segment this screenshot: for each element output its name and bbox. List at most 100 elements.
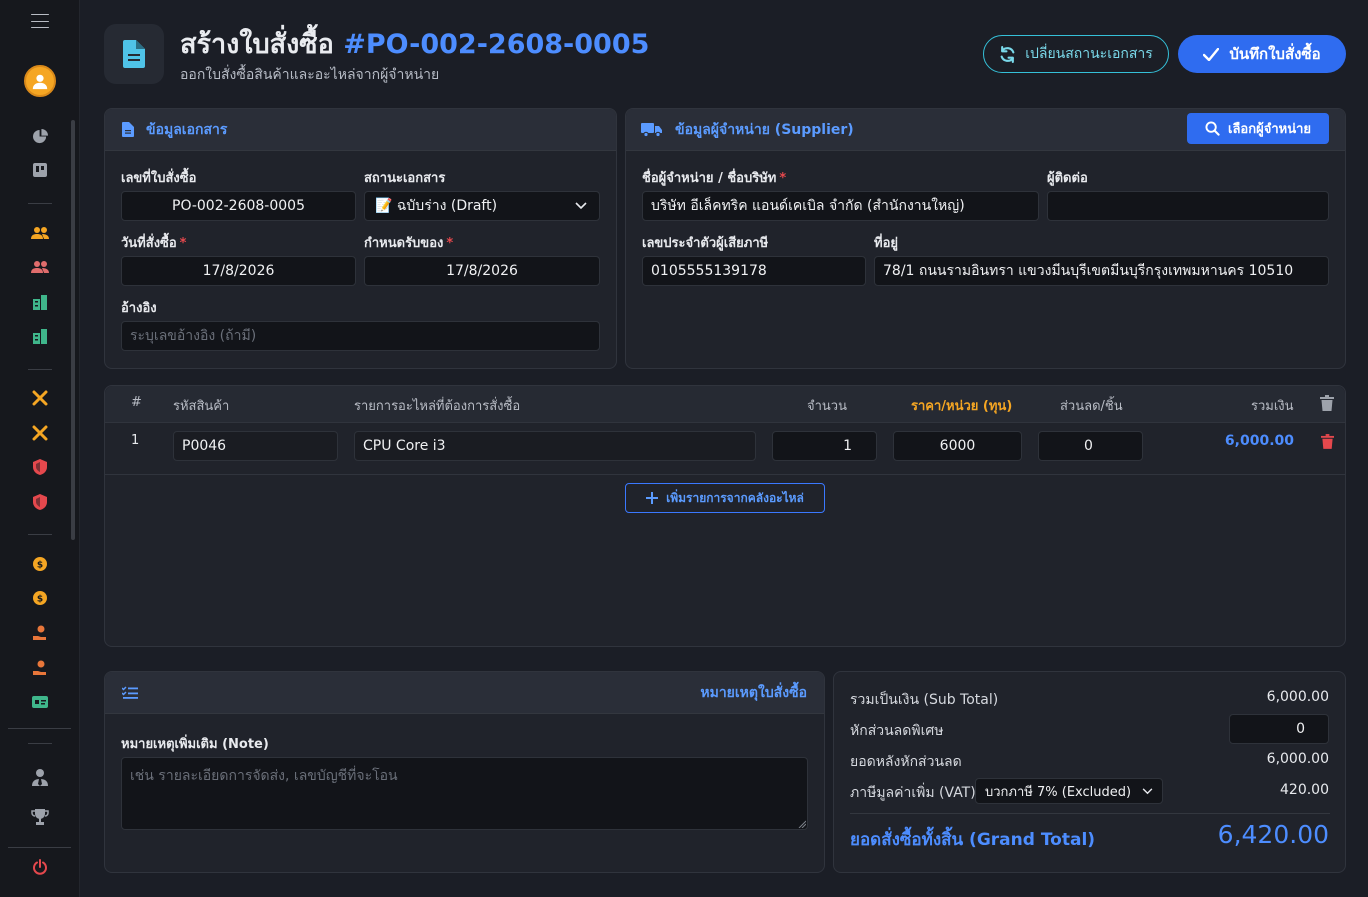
search-icon xyxy=(1205,121,1220,136)
after-discount-value: 6,000.00 xyxy=(1266,751,1329,767)
col-total: รวมเงิน xyxy=(1251,399,1294,414)
status-label: สถานะเอกสาร xyxy=(364,171,446,186)
add-item-label: เพิ่มรายการจากคลังอะไหล่ xyxy=(666,490,804,505)
trophy-icon[interactable] xyxy=(30,807,50,827)
power-icon[interactable] xyxy=(30,857,50,877)
truck-icon xyxy=(641,123,662,137)
status-select[interactable]: 📝 ฉบับร่าง (Draft) xyxy=(364,191,600,221)
shield-icon[interactable] xyxy=(30,492,50,512)
user-avatar[interactable] xyxy=(24,65,56,97)
note-label: หมายเหตุเพิ่มเติม (Note) xyxy=(121,737,269,752)
page-title-text: สร้างใบสั่งซื้อ xyxy=(180,29,334,60)
order-date-field[interactable]: 17/8/2026 xyxy=(121,256,356,286)
sidebar: $ $ xyxy=(0,0,80,897)
required-asterisk: * xyxy=(179,236,187,251)
due-date-label-text: กำหนดรับของ xyxy=(364,236,444,251)
user-tie-icon[interactable] xyxy=(30,767,50,787)
po-number-label: เลขที่ใบสั่งซื้อ xyxy=(121,171,197,186)
col-code: รหัสสินค้า xyxy=(173,399,230,414)
notes-header: หมายเหตุใบสั่งซื้อ xyxy=(105,672,824,714)
document-info-title: ข้อมูลเอกสาร xyxy=(146,121,228,138)
chevron-down-icon xyxy=(575,202,587,210)
tax-id-field[interactable]: 0105555139178 xyxy=(642,256,866,286)
save-po-label: บันทึกใบสั่งซื้อ xyxy=(1229,45,1321,63)
discount-input[interactable]: 0 xyxy=(1038,431,1143,461)
product-description-input[interactable]: CPU Core i3 xyxy=(354,431,756,461)
page-title: สร้างใบสั่งซื้อ #PO-002-2608-0005 xyxy=(180,22,649,65)
file-icon xyxy=(122,122,134,137)
document-icon xyxy=(123,40,145,68)
vat-label: ภาษีมูลค่าเพิ่ม (VAT) xyxy=(850,785,976,801)
reference-input[interactable]: ระบุเลขอ้างอิง (ถ้ามี) xyxy=(121,321,600,351)
address-field[interactable]: 78/1 ถนนรามอินทรา แขวงมีนบุรีเขตมีนบุรีก… xyxy=(874,256,1329,286)
contact-label: ผู้ติดต่อ xyxy=(1047,171,1088,186)
row-index: 1 xyxy=(131,433,140,448)
product-code-input[interactable]: P0046 xyxy=(173,431,338,461)
sidebar-scrollbar[interactable] xyxy=(71,120,75,540)
building-icon[interactable] xyxy=(30,326,50,346)
id-card-icon[interactable] xyxy=(30,692,50,712)
totals-divider xyxy=(850,813,1330,814)
reference-label: อ้างอิง xyxy=(121,301,157,316)
change-status-label: เปลี่ยนสถานะเอกสาร xyxy=(1025,46,1153,62)
menu-icon[interactable] xyxy=(30,11,50,31)
coin-icon[interactable]: $ xyxy=(30,588,50,608)
choose-supplier-label: เลือกผู้จำหน่าย xyxy=(1228,122,1311,137)
hand-coin-icon[interactable] xyxy=(30,658,50,678)
kanban-icon[interactable] xyxy=(30,160,50,180)
items-table-header-bg xyxy=(105,386,1345,422)
supplier-name-label-text: ชื่อผู้จำหน่าย / ชื่อบริษัท xyxy=(642,171,777,186)
sidebar-divider xyxy=(28,534,52,535)
contact-field[interactable] xyxy=(1047,191,1329,221)
po-number-heading: #PO-002-2608-0005 xyxy=(343,29,650,60)
document-icon-box xyxy=(104,24,164,84)
change-status-button[interactable]: เปลี่ยนสถานะเอกสาร xyxy=(983,35,1169,73)
col-discount: ส่วนลด/ชิ้น xyxy=(1060,399,1123,414)
note-textarea[interactable]: เช่น รายละเอียดการจัดส่ง, เลขบัญชีที่จะโ… xyxy=(121,757,808,830)
coin-icon[interactable]: $ xyxy=(30,554,50,574)
special-discount-input[interactable]: 0 xyxy=(1229,714,1329,744)
shield-icon[interactable] xyxy=(30,457,50,477)
grand-total-value: 6,420.00 xyxy=(1217,820,1329,849)
building-icon[interactable] xyxy=(30,292,50,312)
tax-id-label: เลขประจำตัวผู้เสียภาษี xyxy=(642,236,769,251)
add-item-button[interactable]: เพิ่มรายการจากคลังอะไหล่ xyxy=(625,483,825,513)
due-date-field[interactable]: 17/8/2026 xyxy=(364,256,600,286)
delete-row-icon[interactable] xyxy=(1321,434,1334,449)
check-icon xyxy=(1203,47,1220,61)
vat-select[interactable]: บวกภาษี 7% (Excluded) xyxy=(975,778,1163,804)
hand-coin-icon[interactable] xyxy=(30,623,50,643)
subtotal-label: รวมเป็นเงิน (Sub Total) xyxy=(850,692,999,708)
choose-supplier-button[interactable]: เลือกผู้จำหน่าย xyxy=(1187,113,1329,144)
grand-total-label: ยอดสั่งซื้อทั้งสิ้น (Grand Total) xyxy=(850,830,1096,850)
users-icon[interactable] xyxy=(30,223,50,243)
vat-select-value: บวกภาษี 7% (Excluded) xyxy=(985,784,1132,800)
required-asterisk: * xyxy=(779,171,787,186)
trash-all-icon[interactable] xyxy=(1320,395,1334,411)
unit-price-input[interactable]: 6000 xyxy=(893,431,1022,461)
document-info-header: ข้อมูลเอกสาร xyxy=(105,109,616,151)
col-description: รายการอะไหล่ที่ต้องการสั่งซื้อ xyxy=(354,399,521,414)
subtotal-value: 6,000.00 xyxy=(1266,689,1329,705)
po-number-field[interactable]: PO-002-2608-0005 xyxy=(121,191,356,221)
col-qty: จำนวน xyxy=(807,399,847,414)
order-date-label-text: วันที่สั่งซื้อ xyxy=(121,236,177,251)
plus-icon xyxy=(646,492,659,504)
supplier-name-field[interactable]: บริษัท อีเล็คทริค แอนด์เคเบิล จำกัด (สำน… xyxy=(642,191,1039,221)
table-row-divider xyxy=(105,474,1345,475)
chart-pie-icon[interactable] xyxy=(30,126,50,146)
special-discount-label: หักส่วนลดพิเศษ xyxy=(850,723,944,739)
qty-input[interactable]: 1 xyxy=(772,431,877,461)
textarea-resize-handle[interactable] xyxy=(798,820,806,828)
users-icon[interactable] xyxy=(30,257,50,277)
col-unit-price: ราคา/หน่วย (ทุน) xyxy=(911,399,1013,414)
row-total: 6,000.00 xyxy=(1224,433,1294,449)
notes-title: หมายเหตุใบสั่งซื้อ xyxy=(700,684,807,701)
sidebar-divider xyxy=(8,847,71,848)
refresh-icon xyxy=(1000,45,1015,63)
tools-icon[interactable] xyxy=(30,388,50,408)
save-po-button[interactable]: บันทึกใบสั่งซื้อ xyxy=(1178,35,1346,73)
required-asterisk: * xyxy=(446,236,454,251)
tools-icon[interactable] xyxy=(30,423,50,443)
sidebar-divider xyxy=(28,203,52,204)
